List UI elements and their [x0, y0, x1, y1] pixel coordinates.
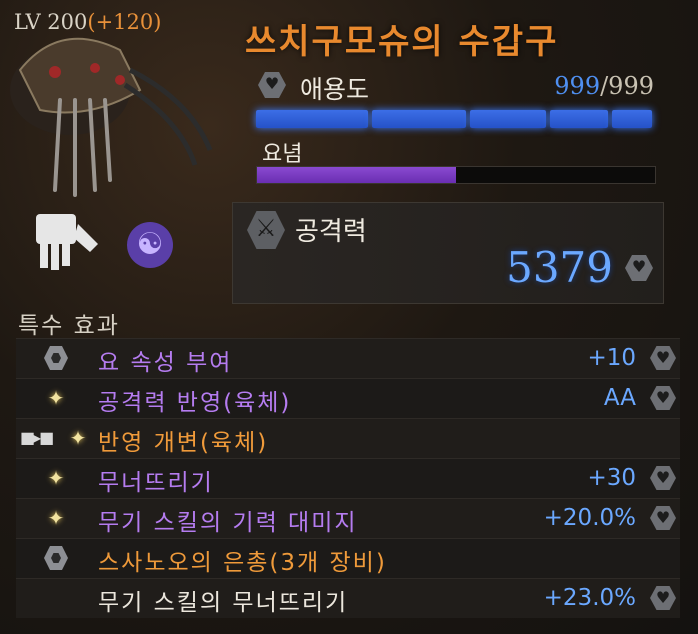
sword-hex-icon — [247, 211, 285, 249]
effect-name: 스사노오의 은총(3개 장비) — [98, 550, 387, 576]
effect-lock — [650, 586, 676, 610]
affinity-current: 999 — [554, 72, 601, 100]
special-effects-list: 요 속성 부여 +10 ✦ 공격력 반영(육체) AA ■▸■ ✦ 반영 개변(… — [16, 338, 680, 618]
attack-panel: 공격력 5379 — [232, 202, 664, 304]
effect-value: +23.0% — [543, 585, 636, 611]
effect-row[interactable]: ✦ 무기 스킬의 기력 대미지 +20.0% — [16, 498, 680, 538]
effect-value: AA — [603, 385, 636, 411]
affinity-label: 애용도 — [300, 75, 370, 104]
gauntlet-icon — [36, 214, 98, 270]
attack-value: 5379 — [506, 243, 613, 292]
heart-hex-icon — [258, 72, 286, 98]
yonen-bar — [256, 166, 656, 184]
effect-row[interactable]: ✦ 무너뜨리기 +30 — [16, 458, 680, 498]
sparkle-icon: ✦ — [47, 386, 65, 410]
effect-lock — [650, 466, 676, 490]
effect-name: 공격력 반영(육체) — [98, 390, 292, 416]
heart-hex-icon — [650, 346, 676, 370]
yonen-bar-fill — [257, 167, 456, 183]
attack-label: 공격력 — [295, 217, 367, 247]
effect-lock — [650, 346, 676, 370]
affinity-segment — [612, 110, 652, 128]
heart-hex-icon — [650, 386, 676, 410]
item-name: 쓰치구모슈의 수갑구 — [245, 22, 559, 62]
effect-row[interactable]: ■▸■ ✦ 반영 개변(육체) — [16, 418, 680, 458]
hex-gem-icon — [44, 546, 68, 570]
heart-hex-icon — [650, 506, 676, 530]
effect-name: 무기 스킬의 기력 대미지 — [98, 510, 358, 536]
effect-name: 반영 개변(육체) — [98, 430, 269, 456]
heart-hex-icon — [650, 466, 676, 490]
special-effects-title: 특수 효과 — [18, 313, 120, 339]
hex-gem-icon — [44, 346, 68, 370]
affinity-bar — [256, 110, 654, 128]
sparkle-icon: ✦ — [47, 466, 65, 490]
effect-name: 무기 스킬의 무너뜨리기 — [98, 590, 349, 616]
heart-hex-icon — [625, 255, 653, 281]
effect-row[interactable]: 스사노오의 은총(3개 장비) — [16, 538, 680, 578]
yonen-label: 요념 — [262, 142, 303, 167]
effect-value: +10 — [587, 345, 636, 371]
effect-name: 무너뜨리기 — [98, 470, 214, 496]
effect-row[interactable]: 요 속성 부여 +10 — [16, 338, 680, 378]
affinity-segment — [550, 110, 608, 128]
level-bonus: (+120) — [87, 10, 162, 34]
sparkle-icon: ✦ — [69, 426, 87, 450]
yokai-element-icon: ☯ — [127, 222, 173, 268]
effect-lock — [650, 506, 676, 530]
item-level: LV 200(+120) — [14, 10, 161, 34]
sparkle-icon: ✦ — [47, 506, 65, 530]
heart-hex-icon — [650, 586, 676, 610]
affinity-segment — [470, 110, 546, 128]
link-icon: ■▸■ — [20, 428, 54, 447]
effect-name: 요 속성 부여 — [98, 350, 233, 376]
affinity-value: 999/999 — [554, 72, 654, 100]
effect-value: +20.0% — [543, 505, 636, 531]
affinity-max: /999 — [600, 72, 654, 100]
effect-row[interactable]: ✦ 공격력 반영(육체) AA — [16, 378, 680, 418]
level-value: LV 200 — [14, 10, 88, 34]
affinity-segment — [372, 110, 466, 128]
affinity-segment — [256, 110, 368, 128]
effect-lock — [650, 386, 676, 410]
effect-value: +30 — [587, 465, 636, 491]
effect-row[interactable]: 무기 스킬의 무너뜨리기 +23.0% — [16, 578, 680, 618]
